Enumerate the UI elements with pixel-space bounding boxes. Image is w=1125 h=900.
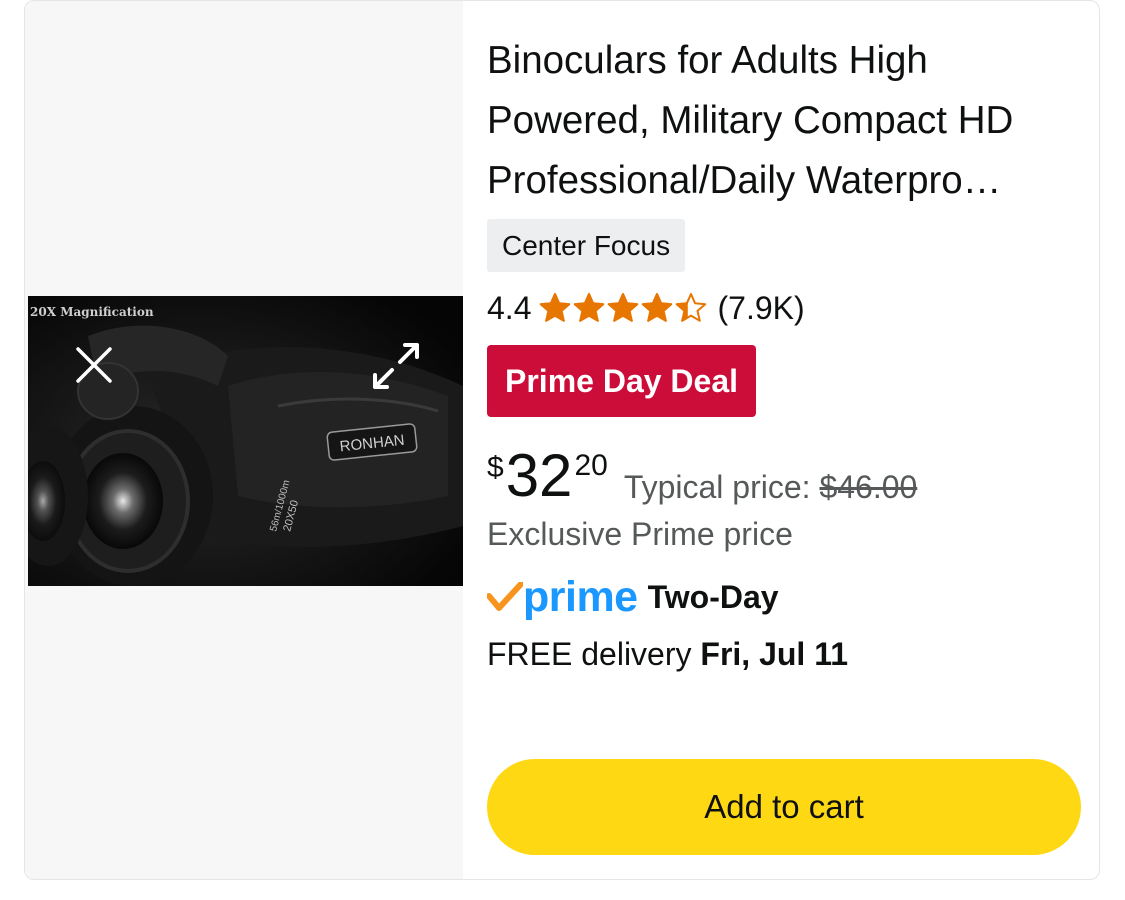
- star-icon: [676, 293, 707, 322]
- product-title[interactable]: Binoculars for Adults High Powered, Mili…: [487, 31, 1087, 211]
- product-title-line: Powered, Military Compact HD: [487, 99, 1014, 142]
- delivery-prefix: FREE delivery: [487, 636, 692, 672]
- expand-icon: [373, 343, 419, 389]
- product-info: Binoculars for Adults High Powered, Mili…: [487, 1, 1099, 879]
- price-row: $ 32 20 Typical price: $46.00: [487, 441, 917, 511]
- star-icon: [642, 293, 673, 322]
- product-video[interactable]: RONHAN 20X50 56m/1000m 20X Magnification: [28, 296, 463, 586]
- price-fraction: 20: [574, 449, 608, 482]
- rating-value: 4.4: [487, 289, 532, 326]
- star-icon: [540, 293, 571, 322]
- typical-price-value: $46.00: [819, 469, 918, 505]
- prime-speed: Two-Day: [647, 578, 779, 615]
- product-card[interactable]: RONHAN 20X50 56m/1000m 20X Magnification…: [24, 0, 1100, 880]
- delivery-info: FREE delivery Fri, Jul 11: [487, 636, 848, 673]
- typical-price: Typical price: $46.00: [624, 469, 918, 506]
- delivery-date: Fri, Jul 11: [700, 636, 849, 672]
- prime-logo: prime: [487, 574, 638, 620]
- video-overlay-label: 20X Magnification: [30, 305, 154, 319]
- product-media-panel: RONHAN 20X50 56m/1000m 20X Magnification: [25, 1, 463, 879]
- price-symbol: $: [487, 451, 504, 484]
- deal-badge: Prime Day Deal: [487, 345, 757, 417]
- add-to-cart-button[interactable]: Add to cart: [487, 759, 1081, 855]
- star-icon: [574, 293, 605, 322]
- rating-row[interactable]: 4.4 (7.9K): [487, 285, 805, 331]
- rating-count: (7.9K): [717, 289, 805, 326]
- prime-check-icon: [487, 582, 523, 611]
- price-whole: 32: [505, 442, 573, 509]
- exclusive-price-note: Exclusive Prime price: [487, 516, 793, 552]
- star-icon: [608, 293, 639, 322]
- prime-logo-text: prime: [523, 573, 638, 621]
- product-title-line: Professional/Daily Waterpro…: [487, 159, 1002, 202]
- variant-chip: Center Focus: [487, 219, 686, 272]
- star-rating: [539, 292, 709, 324]
- close-video-button[interactable]: [70, 341, 118, 389]
- typical-price-label: Typical price:: [623, 469, 811, 505]
- prime-delivery-row: prime Two-Day: [487, 569, 779, 625]
- expand-video-button[interactable]: [368, 338, 424, 394]
- product-title-line: Binoculars for Adults High: [487, 39, 928, 82]
- close-icon: [76, 347, 112, 383]
